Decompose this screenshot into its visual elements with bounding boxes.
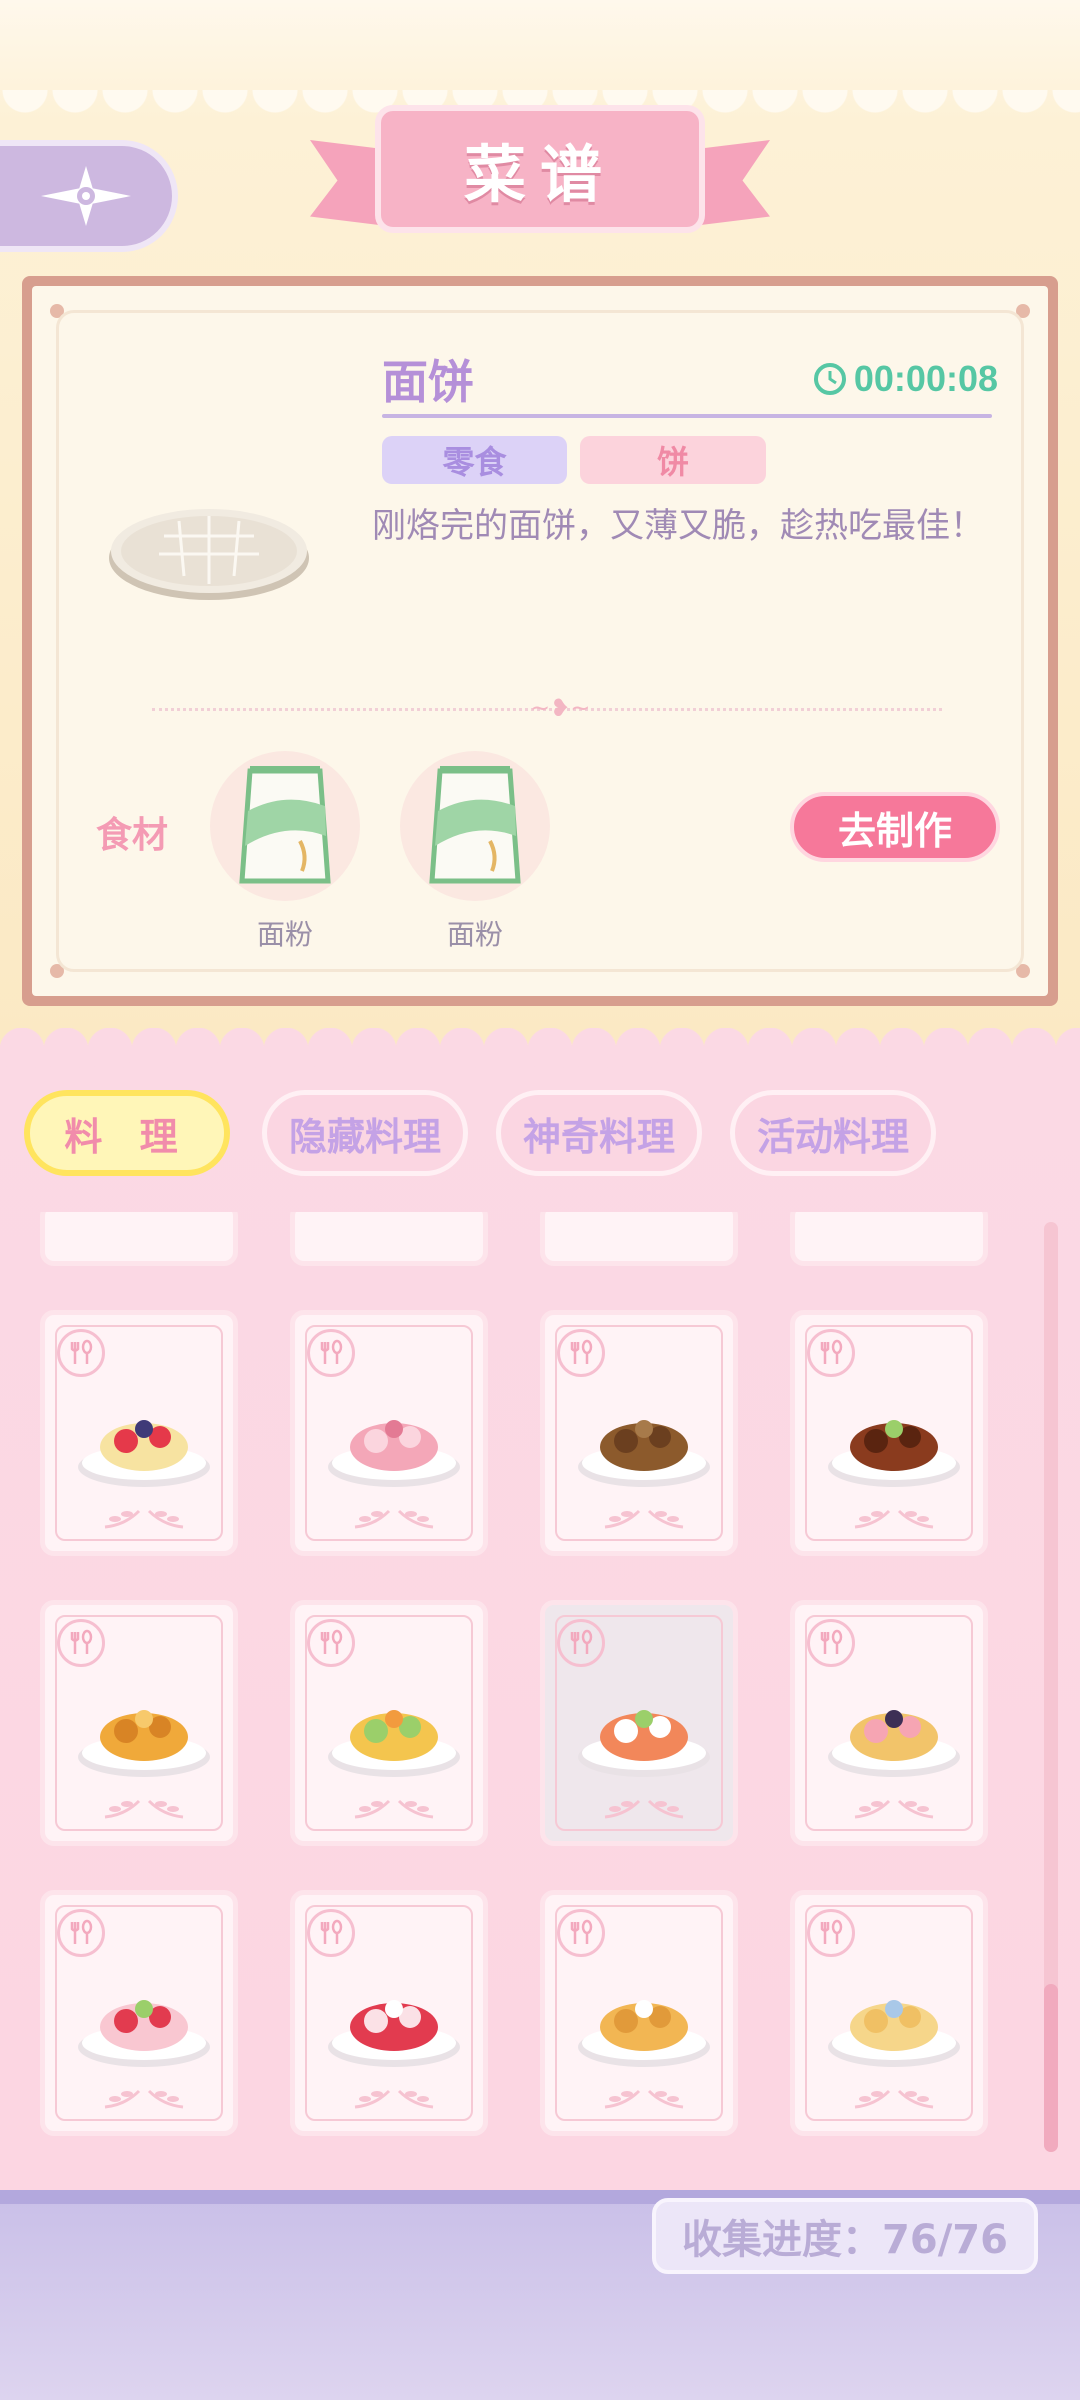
laurel-icon <box>354 1799 434 1819</box>
recipe-detail-card: 面饼 00:00:08 零食 饼 刚烙完的面饼，又薄又脆，趁热吃最佳！ ~❥~ … <box>22 276 1058 1006</box>
fork-spoon-icon <box>307 1329 355 1377</box>
make-button[interactable]: 去制作 <box>790 792 1000 862</box>
tab-event-cooking[interactable]: 活动料理 <box>730 1090 936 1176</box>
fork-spoon-icon <box>557 1329 605 1377</box>
bow-icon: ~❥~ <box>530 694 591 722</box>
scrollbar-thumb[interactable] <box>1044 1984 1058 2152</box>
recipe-card[interactable] <box>790 1310 988 1556</box>
fork-spoon-icon <box>307 1909 355 1957</box>
braised-pork-icon <box>828 1420 960 1487</box>
recipe-card[interactable] <box>290 1212 488 1266</box>
fork-spoon-icon <box>307 1619 355 1667</box>
fork-spoon-icon <box>807 1909 855 1957</box>
fork-spoon-icon <box>557 1909 605 1957</box>
laurel-icon <box>854 1509 934 1529</box>
laurel-icon <box>604 1509 684 1529</box>
recipe-card[interactable] <box>290 1600 488 1846</box>
laurel-icon <box>354 2089 434 2109</box>
ingredient-slot[interactable]: 面粉 <box>400 751 550 953</box>
ingredient-name: 面粉 <box>446 918 503 951</box>
ingredient-circle <box>210 751 360 901</box>
laurel-icon <box>104 1509 184 1529</box>
category-tag: 零食 <box>382 436 567 484</box>
laurel-icon <box>104 2089 184 2109</box>
tab-hidden-cooking[interactable]: 隐藏料理 <box>262 1090 468 1176</box>
meatball-icon <box>578 1420 710 1487</box>
fork-spoon-icon <box>807 1329 855 1377</box>
recipe-card[interactable] <box>540 1212 738 1266</box>
recipe-card[interactable] <box>40 1310 238 1556</box>
recipe-card[interactable] <box>540 1890 738 2136</box>
recipe-card[interactable] <box>290 1890 488 2136</box>
collection-progress: 收集进度：76/76 <box>652 2198 1038 2274</box>
recipe-card[interactable] <box>790 1890 988 2136</box>
divider <box>382 414 992 418</box>
flour-bag-icon <box>429 766 521 884</box>
scrollbar[interactable] <box>1044 1222 1058 2152</box>
recipe-card[interactable] <box>540 1310 738 1556</box>
fork-spoon-icon <box>807 1619 855 1667</box>
fork-spoon-icon <box>57 1619 105 1667</box>
fork-spoon-icon <box>57 1909 105 1957</box>
laurel-icon <box>354 1509 434 1529</box>
strawberry-roll-cake-icon <box>78 2000 210 2067</box>
page-title: 菜谱 <box>463 138 616 211</box>
back-button[interactable] <box>0 140 178 252</box>
type-tag: 饼 <box>580 436 766 484</box>
fruit-taco-icon <box>78 1420 210 1487</box>
dish-name: 面饼 <box>382 355 474 409</box>
ingredient-slot[interactable]: 面粉 <box>210 751 360 953</box>
recipe-card[interactable] <box>290 1310 488 1556</box>
laurel-icon <box>604 2089 684 2109</box>
flour-bag-icon <box>239 766 331 884</box>
recipe-card[interactable] <box>40 1212 238 1266</box>
recipe-card[interactable] <box>790 1600 988 1846</box>
title-banner: 菜谱 <box>310 105 770 245</box>
tab-magic-cooking[interactable]: 神奇料理 <box>496 1090 702 1176</box>
recipe-detail-inner: 面饼 00:00:08 零食 饼 刚烙完的面饼，又薄又脆，趁热吃最佳！ ~❥~ … <box>32 286 1048 996</box>
recipe-card[interactable] <box>790 1212 988 1266</box>
fork-spoon-icon <box>557 1619 605 1667</box>
cook-timer: 00:00:08 <box>812 358 998 400</box>
laurel-icon <box>604 1799 684 1819</box>
omelette-platter-icon <box>328 1710 460 1777</box>
toast-sandwich-icon <box>828 2000 960 2067</box>
ingredient-circle <box>400 751 550 901</box>
compass-star-icon <box>41 166 131 226</box>
title-plate: 菜谱 <box>375 105 705 233</box>
ingredient-name: 面粉 <box>256 918 313 951</box>
strawberry-pudding-icon <box>328 2000 460 2067</box>
strawberry-jelly-icon <box>328 1420 460 1487</box>
recipe-card[interactable] <box>40 1600 238 1846</box>
tab-cooking[interactable]: 料 理 <box>24 1090 230 1176</box>
flatbread-icon <box>109 509 309 600</box>
timer-value: 00:00:08 <box>853 358 998 399</box>
laurel-icon <box>104 1799 184 1819</box>
recipe-card[interactable] <box>540 1600 738 1846</box>
scallop-decoration <box>0 1028 1080 1068</box>
recipe-grid <box>0 1212 1080 2172</box>
pancake-stack-icon <box>578 2000 710 2067</box>
dish-description: 刚烙完的面饼，又薄又脆，趁热吃最佳！ <box>372 506 984 546</box>
swiss-roll-bites-icon <box>828 1710 960 1777</box>
recipe-card[interactable] <box>40 1890 238 2136</box>
ingredients-label: 食材 <box>96 815 169 856</box>
laurel-icon <box>854 1799 934 1819</box>
fork-spoon-icon <box>57 1329 105 1377</box>
orange-chicken-icon <box>78 1710 210 1777</box>
clock-icon <box>813 363 846 395</box>
salmon-plate-icon <box>578 1710 710 1777</box>
laurel-icon <box>854 2089 934 2109</box>
